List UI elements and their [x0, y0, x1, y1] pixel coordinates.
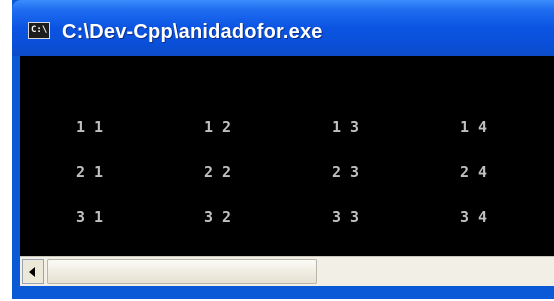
console-app-icon[interactable]: C:\ — [28, 22, 50, 39]
horizontal-scrollbar[interactable] — [20, 256, 554, 286]
title-bar[interactable]: C:\ C:\Dev-Cpp\anidadofor.exe — [12, 0, 554, 56]
output-line: 1 2 — [204, 118, 232, 136]
output-line: 2 3 — [332, 163, 360, 181]
output-line: 3 4 — [460, 208, 488, 226]
output-line: 3 2 — [204, 208, 232, 226]
output-line: 2 1 — [76, 163, 104, 181]
scrollbar-thumb[interactable] — [47, 259, 317, 284]
output-line: 1 4 — [460, 118, 488, 136]
icon-label: C:\ — [31, 25, 48, 35]
output-line: 1 3 — [332, 118, 360, 136]
output-line: 2 2 — [204, 163, 232, 181]
window-bottom-border — [12, 286, 554, 299]
console-window: C:\ C:\Dev-Cpp\anidadofor.exe 1 1 2 1 3 … — [12, 0, 554, 299]
window-title: C:\Dev-Cpp\anidadofor.exe — [62, 21, 323, 43]
output-line: 1 1 — [76, 118, 104, 136]
arrow-left-icon[interactable] — [22, 259, 44, 284]
output-line: 3 1 — [76, 208, 104, 226]
output-line: 3 3 — [332, 208, 360, 226]
output-line: 2 4 — [460, 163, 488, 181]
console-output: 1 1 2 1 3 1 4 1 1 2 2 2 3 2 4 2 1 3 2 3 … — [20, 56, 554, 270]
